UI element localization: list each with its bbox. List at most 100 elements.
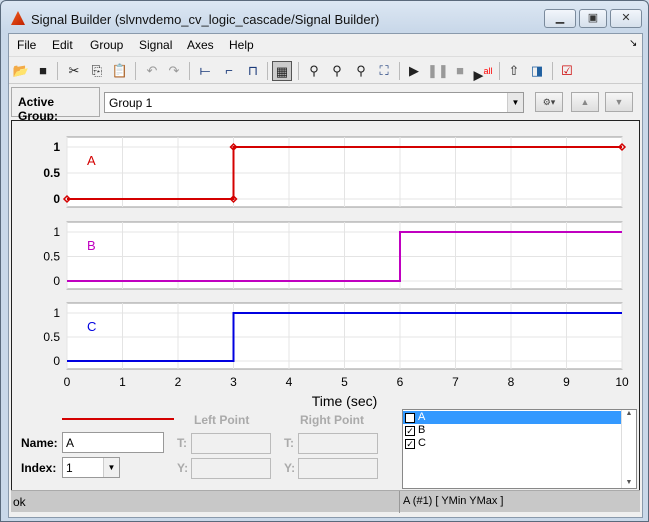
- group-settings-button[interactable]: ⚙▾: [535, 92, 563, 112]
- status-signal-info: A (#1) [ YMin YMax ]: [399, 491, 640, 513]
- left-y-label: Y:: [177, 461, 189, 475]
- list-scrollbar[interactable]: ▲ ▼: [621, 410, 636, 488]
- grid-toggle-icon[interactable]: ▦: [272, 61, 292, 81]
- zoom-y-icon[interactable]: ⚲: [327, 61, 347, 81]
- active-group-label: Active Group:: [11, 87, 100, 123]
- left-y-input[interactable]: [191, 458, 271, 479]
- menu-file[interactable]: File: [17, 38, 36, 52]
- checkbox[interactable]: ✓: [405, 438, 415, 449]
- signal-name-label: B: [87, 238, 96, 253]
- signal-list-item[interactable]: ✓ C: [403, 437, 622, 450]
- left-t-label: T:: [177, 436, 187, 450]
- play-all-icon[interactable]: ▶all: [473, 61, 493, 82]
- y-tick-label: 0.5: [43, 166, 60, 180]
- y-tick-label: 0.5: [43, 250, 60, 264]
- index-select[interactable]: 1 ▼: [62, 457, 120, 478]
- zoom-x-icon[interactable]: ⚲: [304, 61, 324, 81]
- right-t-label: T:: [284, 436, 294, 450]
- right-t-input[interactable]: [298, 433, 378, 454]
- signal-list-label: C: [418, 437, 426, 449]
- plot-area: 0 0.5 1 A 0 0.5 1 B 0 0.5 1 C 0 1 2 3 4 5 6 7 8 9 10 Time (sec)…: [11, 120, 640, 490]
- right-y-input[interactable]: [298, 458, 378, 479]
- signal-builder-window: Signal Builder (slvnvdemo_cv_logic_casca…: [0, 0, 649, 522]
- active-group-value: Group 1: [109, 96, 153, 110]
- x-tick-label: 3: [230, 375, 237, 389]
- save-icon[interactable]: ■: [33, 61, 53, 81]
- x-tick-label: 6: [397, 375, 404, 389]
- menu-axes[interactable]: Axes: [187, 38, 214, 52]
- checkbox[interactable]: ✓: [405, 412, 415, 423]
- status-bar: ok A (#1) [ YMin YMax ]: [11, 490, 640, 513]
- copy-icon[interactable]: ⎘: [87, 61, 107, 81]
- name-label: Name:: [21, 436, 58, 450]
- right-point-label: Right Point: [300, 413, 364, 427]
- menu-bar: File Edit Group Signal Axes Help ↘: [9, 34, 642, 56]
- x-tick-label: 1: [119, 375, 126, 389]
- x-tick-label: 0: [64, 375, 71, 389]
- group-bar: Active Group: Group 1 ▼ ⚙▾ ▲ ▼: [9, 85, 642, 123]
- signal-plots[interactable]: 0 0.5 1 A 0 0.5 1 B 0 0.5 1 C 0 1 2 3 4 5 6 7 8 9 10 Time (sec): [12, 121, 641, 411]
- x-tick-label: 8: [508, 375, 515, 389]
- menu-group[interactable]: Group: [90, 38, 123, 52]
- step-icon[interactable]: ⌐: [219, 61, 239, 81]
- client-area: File Edit Group Signal Axes Help ↘ 📂 ■ ✂…: [8, 33, 643, 518]
- pulse-icon[interactable]: ⊓: [243, 61, 263, 81]
- y-tick-label: 0: [53, 274, 60, 288]
- line-segment-icon[interactable]: ⟝: [195, 61, 215, 81]
- signal-name-label: C: [87, 319, 96, 334]
- matlab-icon: [11, 11, 25, 25]
- y-tick-label: 1: [53, 225, 60, 239]
- move-up-button[interactable]: ▲: [571, 92, 599, 112]
- play-icon[interactable]: ▶: [404, 61, 424, 81]
- index-value: 1: [66, 461, 73, 475]
- y-tick-label: 0.5: [43, 330, 60, 344]
- redo-icon[interactable]: ↷: [164, 61, 184, 81]
- x-tick-label: 4: [286, 375, 293, 389]
- signal-list-label: B: [418, 424, 426, 436]
- menu-help[interactable]: Help: [229, 38, 254, 52]
- toolbar: 📂 ■ ✂ ⎘ 📋 ↶ ↷ ⟝ ⌐ ⊓ ▦ ⚲ ⚲ ⚲ ⛶ ▶ ❚❚ ■ ▶al…: [9, 56, 642, 84]
- menu-signal[interactable]: Signal: [139, 38, 172, 52]
- x-axis-label: Time (sec): [312, 393, 378, 409]
- show-block-icon[interactable]: ◨: [527, 61, 547, 81]
- up-arrow-icon[interactable]: ⇧: [504, 61, 524, 81]
- minimize-button[interactable]: ▁: [544, 9, 576, 28]
- status-text: ok: [13, 495, 26, 509]
- stop-icon[interactable]: ■: [450, 61, 470, 81]
- x-tick-label: 5: [341, 375, 348, 389]
- active-group-select[interactable]: Group 1 ▼: [104, 92, 524, 113]
- close-button[interactable]: ✕: [610, 9, 642, 28]
- signal-list-item[interactable]: ✓ A: [403, 411, 622, 424]
- window-title: Signal Builder (slvnvdemo_cv_logic_casca…: [31, 12, 380, 27]
- paste-icon[interactable]: 📋: [110, 61, 130, 81]
- open-icon[interactable]: 📂: [11, 61, 31, 81]
- menu-edit[interactable]: Edit: [52, 38, 73, 52]
- undo-icon[interactable]: ↶: [142, 61, 162, 81]
- fit-view-icon[interactable]: ⛶: [374, 61, 394, 81]
- y-tick-label: 1: [53, 140, 60, 154]
- signal-name-label: A: [87, 153, 96, 168]
- index-label: Index:: [21, 461, 57, 475]
- pause-icon[interactable]: ❚❚: [427, 61, 449, 81]
- left-point-label: Left Point: [194, 413, 250, 427]
- x-tick-label: 2: [175, 375, 182, 389]
- signal-list-item[interactable]: ✓ B: [403, 424, 622, 437]
- name-input[interactable]: A: [62, 432, 164, 453]
- move-down-button[interactable]: ▼: [605, 92, 633, 112]
- x-tick-label: 7: [452, 375, 459, 389]
- y-tick-label: 1: [53, 306, 60, 320]
- chevron-down-icon[interactable]: ▼: [103, 458, 119, 477]
- cut-icon[interactable]: ✂: [64, 61, 84, 81]
- left-t-input[interactable]: [191, 433, 271, 454]
- y-tick-label: 0: [53, 192, 60, 206]
- x-tick-label: 10: [615, 375, 629, 389]
- zoom-xy-icon[interactable]: ⚲: [351, 61, 371, 81]
- y-tick-label: 0: [53, 354, 60, 368]
- dock-icon[interactable]: ↘: [629, 38, 637, 49]
- verification-icon[interactable]: ☑: [557, 61, 577, 81]
- right-y-label: Y:: [284, 461, 296, 475]
- chevron-down-icon[interactable]: ▼: [507, 93, 523, 112]
- signal-list[interactable]: ✓ A ✓ B ✓ C ▲ ▼: [402, 409, 637, 489]
- checkbox[interactable]: ✓: [405, 425, 415, 436]
- maximize-button[interactable]: ▣: [579, 9, 607, 28]
